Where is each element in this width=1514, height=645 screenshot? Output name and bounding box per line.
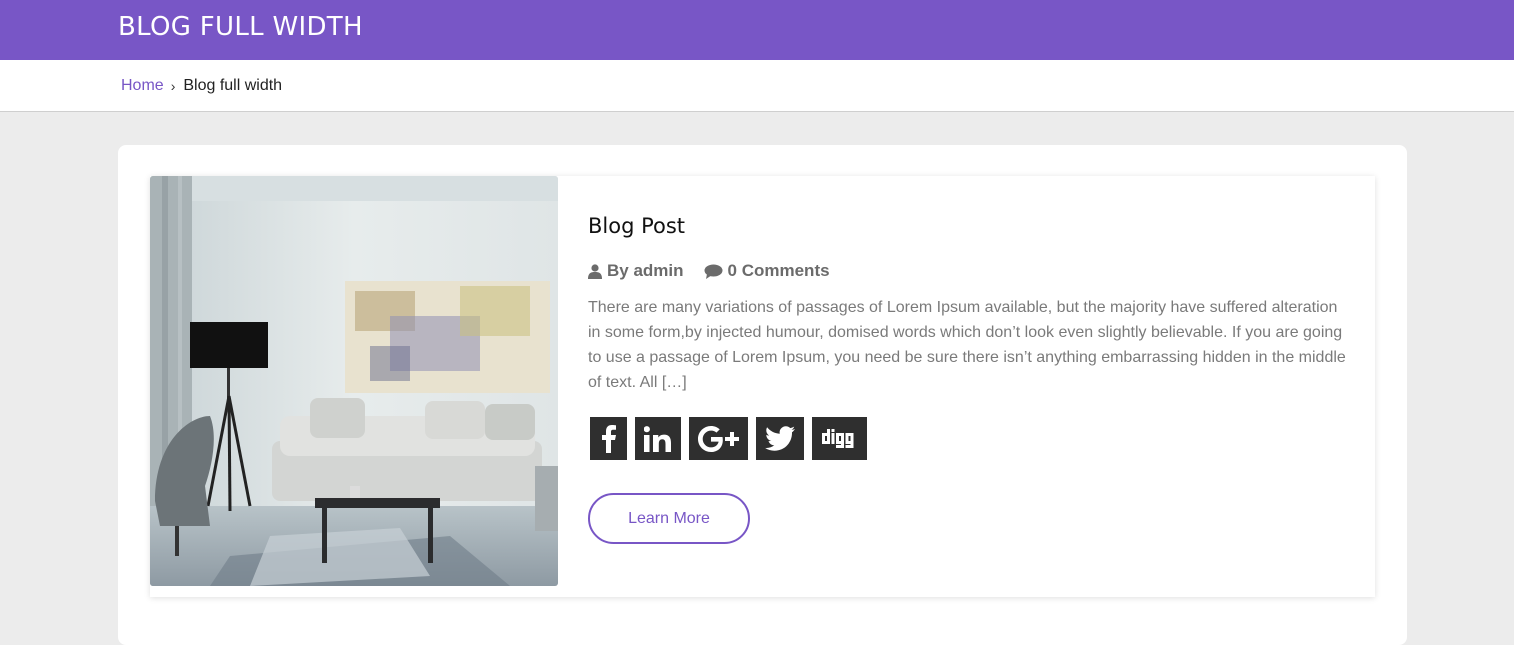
post-image[interactable]	[150, 176, 558, 586]
post-author-label: By admin	[607, 261, 684, 280]
google-plus-icon	[697, 425, 739, 452]
page-title: BLOG FULL WIDTH	[118, 12, 363, 42]
breadcrumb-separator-icon: ›	[170, 78, 176, 94]
breadcrumb-home-link[interactable]: Home	[121, 77, 164, 95]
learn-more-button[interactable]: Learn More	[588, 493, 750, 544]
digg-share-button[interactable]	[812, 417, 867, 460]
page-header: BLOG FULL WIDTH	[0, 0, 1514, 60]
post-title[interactable]: Blog Post	[588, 214, 685, 238]
blog-post-card: Blog Post By admin 0 Comments There are …	[150, 176, 1375, 597]
comment-icon	[704, 264, 723, 279]
breadcrumb: Home › Blog full width	[121, 77, 282, 95]
google-plus-share-button[interactable]	[689, 417, 748, 460]
breadcrumb-current: Blog full width	[183, 77, 283, 94]
linkedin-share-button[interactable]	[635, 417, 681, 460]
living-room-photo-icon	[150, 176, 558, 586]
post-author[interactable]: By admin	[588, 261, 684, 281]
post-comments-label: 0 Comments	[727, 261, 830, 280]
breadcrumb-bar: Home › Blog full width	[0, 60, 1514, 112]
post-comments[interactable]: 0 Comments	[704, 261, 830, 281]
digg-icon	[821, 428, 853, 448]
user-icon	[588, 263, 602, 279]
post-meta: By admin 0 Comments	[588, 261, 850, 281]
linkedin-icon	[644, 425, 671, 452]
social-share	[590, 417, 875, 460]
facebook-icon	[601, 424, 616, 453]
twitter-icon	[765, 426, 795, 451]
facebook-share-button[interactable]	[590, 417, 627, 460]
twitter-share-button[interactable]	[756, 417, 804, 460]
post-excerpt: There are many variations of passages of…	[588, 299, 1346, 391]
